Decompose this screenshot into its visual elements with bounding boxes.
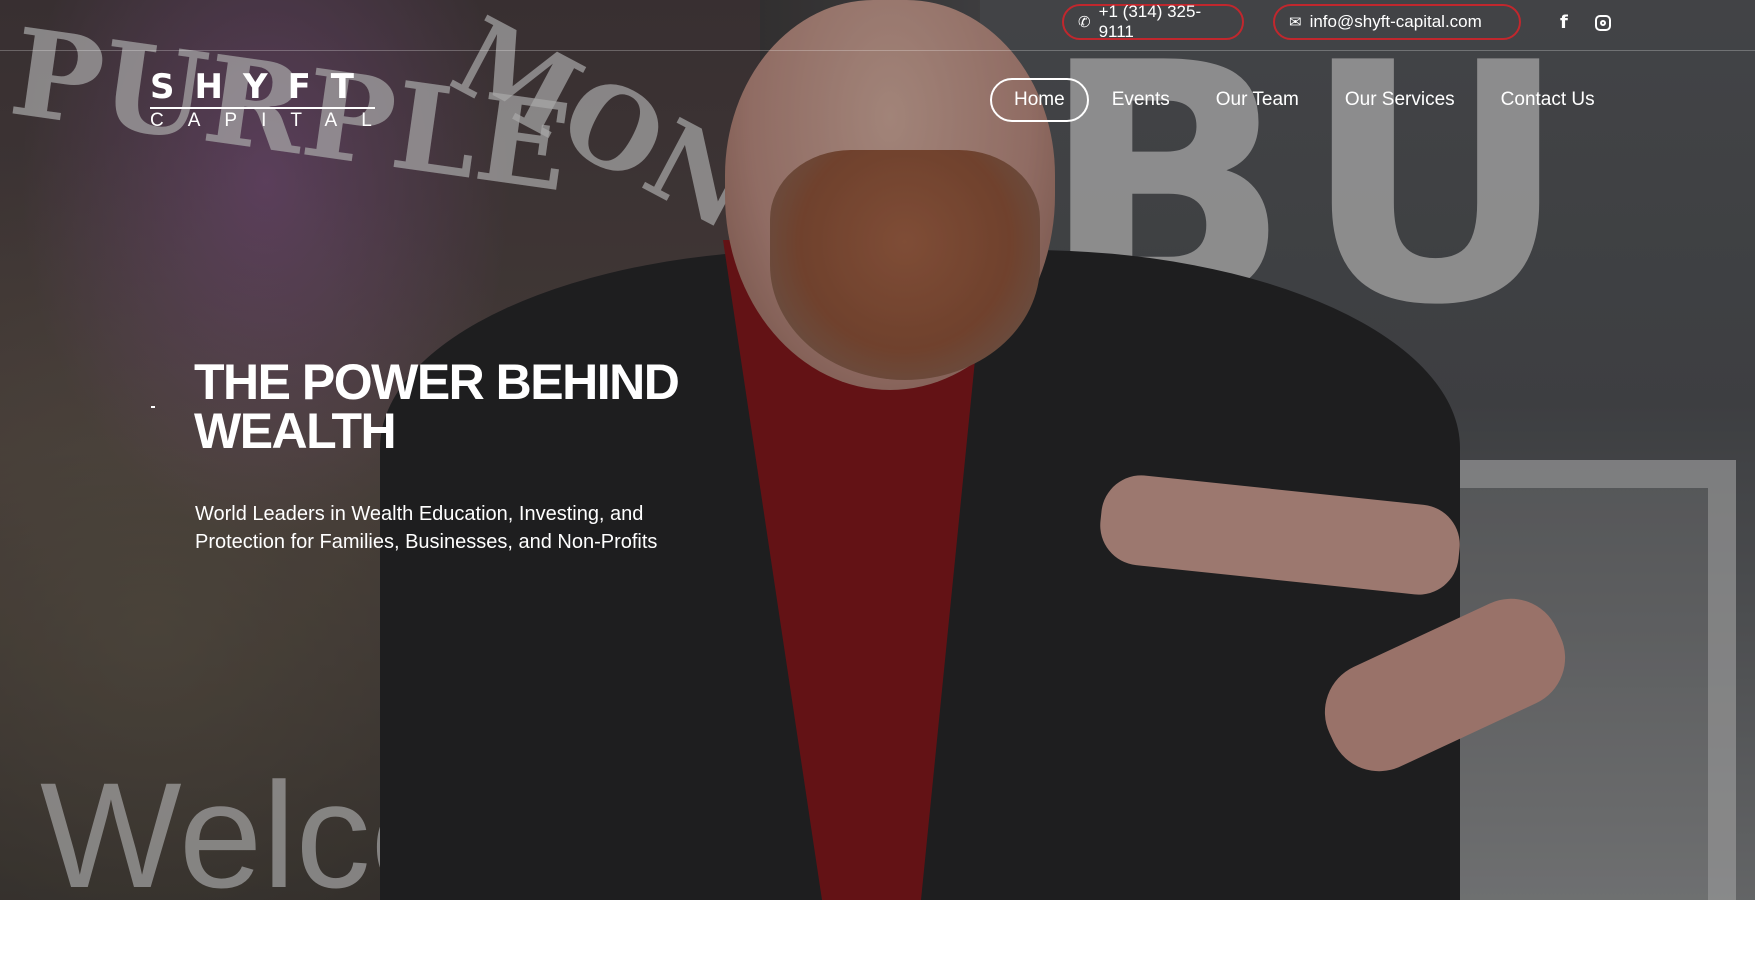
instagram-icon[interactable] bbox=[1595, 15, 1611, 31]
logo-wordmark-top: SHYFT bbox=[150, 67, 374, 107]
hero-decoration-dot bbox=[151, 406, 155, 408]
top-bar: ✆ +1 (314) 325-9111 ✉ info@shyft-capital… bbox=[0, 0, 1755, 51]
logo-wordmark-bottom: CAPITAL bbox=[150, 110, 396, 131]
nav-item-our-team[interactable]: Our Team bbox=[1193, 78, 1322, 122]
main-nav: Home Events Our Team Our Services Contac… bbox=[990, 78, 1618, 122]
brand-logo[interactable]: SHYFT CAPITAL bbox=[150, 70, 380, 130]
facebook-icon[interactable]: f bbox=[1560, 12, 1568, 33]
hero-headline: THE POWER BEHIND WEALTH bbox=[194, 354, 680, 459]
envelope-icon: ✉ bbox=[1289, 14, 1302, 31]
phone-icon: ✆ bbox=[1078, 14, 1091, 31]
nav-item-our-services[interactable]: Our Services bbox=[1322, 78, 1478, 122]
page: BU PURPLE MONKEY Welcome ✆ +1 (314) 325-… bbox=[0, 0, 1755, 957]
phone-link[interactable]: ✆ +1 (314) 325-9111 bbox=[1062, 2, 1244, 41]
nav-item-home[interactable]: Home bbox=[990, 78, 1089, 122]
hero-subheadline: World Leaders in Wealth Education, Inves… bbox=[195, 503, 658, 553]
phone-number: +1 (314) 325-9111 bbox=[1098, 2, 1202, 41]
email-address: info@shyft-capital.com bbox=[1309, 12, 1482, 31]
email-link[interactable]: ✉ info@shyft-capital.com bbox=[1273, 4, 1521, 40]
logo-divider bbox=[150, 107, 375, 109]
nav-item-events[interactable]: Events bbox=[1089, 78, 1193, 122]
nav-item-contact-us[interactable]: Contact Us bbox=[1478, 78, 1618, 122]
